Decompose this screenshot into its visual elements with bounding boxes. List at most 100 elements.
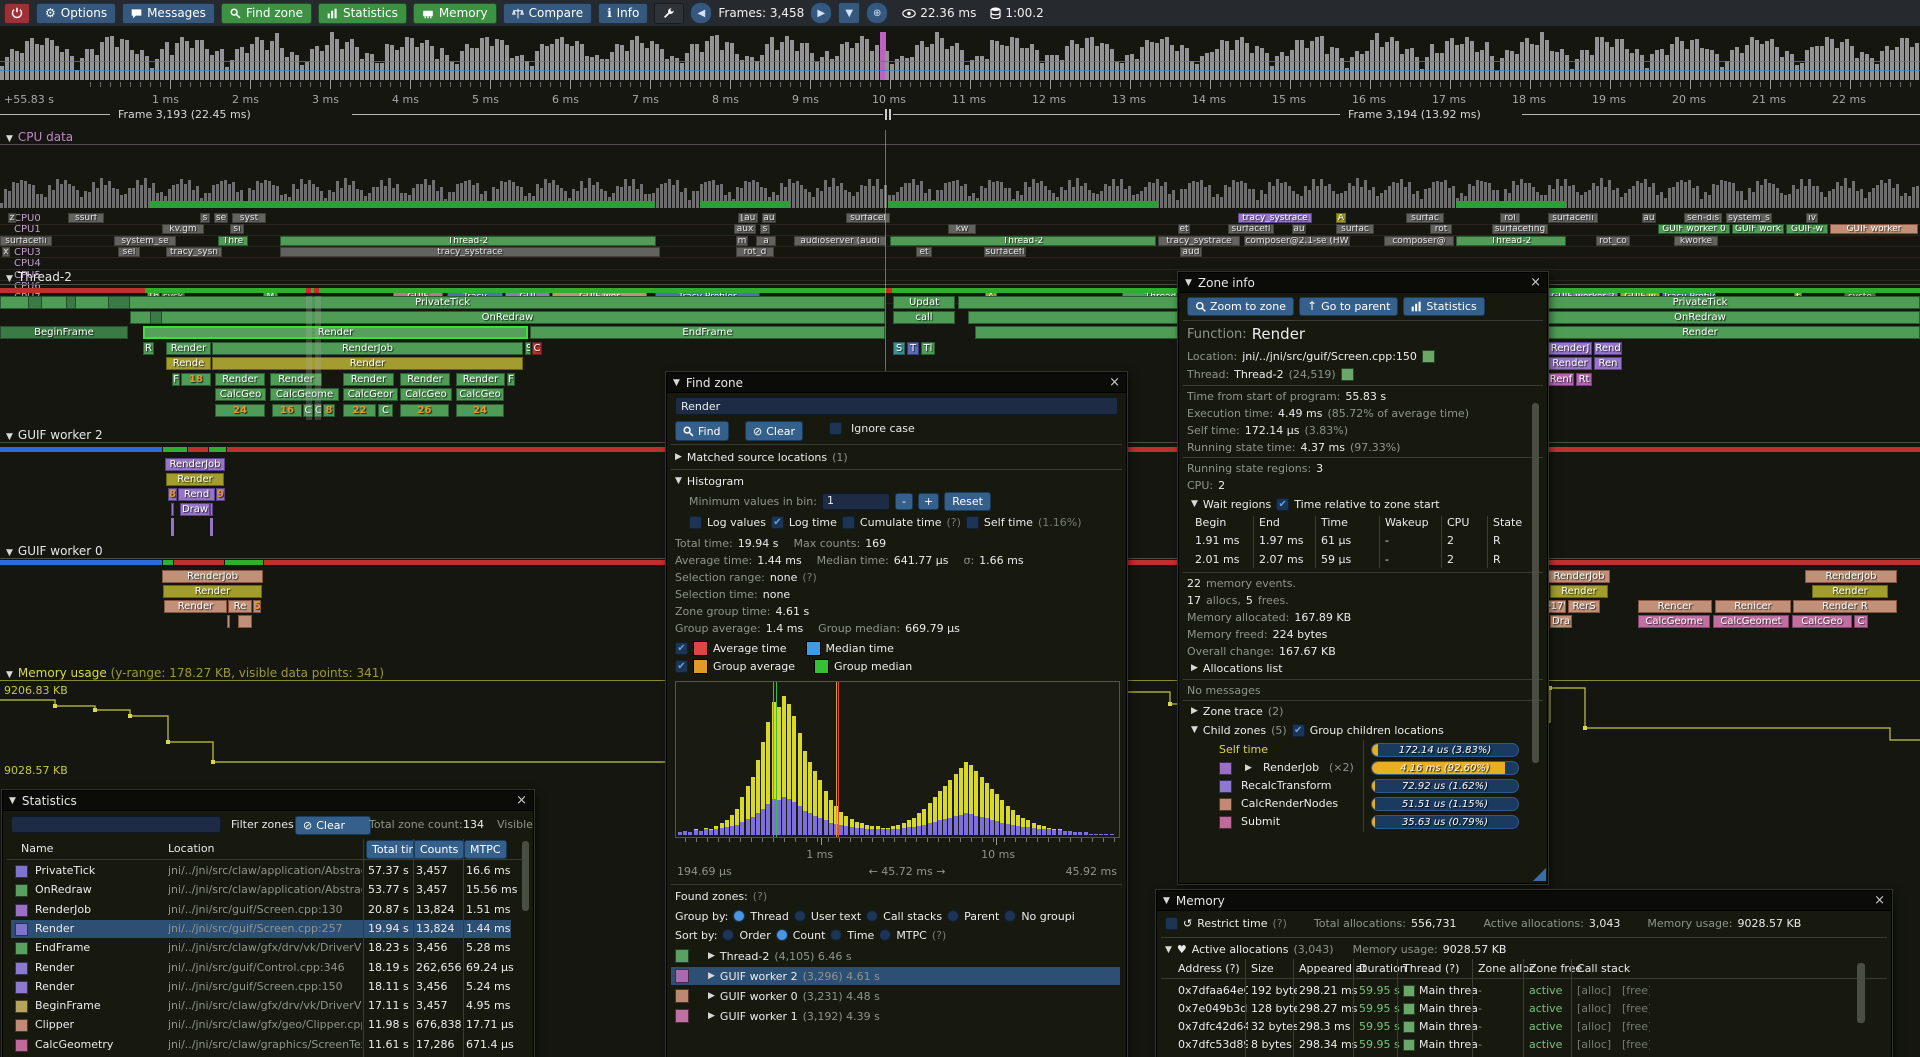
timeline-zone[interactable]: RerS (1568, 600, 1600, 613)
active-allocations-row[interactable]: ▼♥Active allocations(3,043)Memory usage:… (1165, 942, 1885, 957)
wait-regions-row[interactable]: ▼Wait regions✔Time relative to zone star… (1191, 497, 1541, 511)
cpu-zone[interactable]: rot_d (736, 247, 774, 257)
matched-locations-row[interactable]: ▶Matched source locations(1) (675, 450, 1115, 464)
timeline-zone[interactable] (227, 615, 230, 628)
allocation-row[interactable]: 0x7dfaa64e00192 bytes298.21 ms59.95 sMai… (1157, 983, 1869, 999)
wait-table-row[interactable]: 1.91 ms1.97 ms61 µs-2R (1179, 534, 1529, 548)
jump-button[interactable]: ▼ (838, 2, 860, 24)
collapse-icon[interactable]: ▼ (6, 432, 13, 442)
cpu-zone[interactable]: x (2, 247, 10, 257)
collapse-icon[interactable]: ▼ (675, 476, 682, 486)
collapse-icon[interactable]: ▼ (6, 548, 13, 558)
cpu-zone[interactable]: surfacefli (0, 236, 52, 246)
cpu-zone[interactable]: surfac (1336, 224, 1374, 234)
timeline-zone[interactable]: 16 (272, 404, 302, 417)
timeline-zone[interactable]: 22 (343, 404, 376, 417)
timeline-zone[interactable]: CalcGeo (456, 388, 504, 401)
cpu-zone[interactable]: GUIF work (1732, 224, 1784, 234)
collapse-icon[interactable]: ▼ (6, 274, 13, 284)
scrollbar-thumb[interactable] (522, 841, 529, 911)
toolbar-button-find-zone[interactable]: Find zone (221, 3, 312, 24)
timeline-zone[interactable]: 24 (456, 404, 504, 417)
statistics-button[interactable]: Statistics (1403, 297, 1484, 316)
cpu-zone[interactable]: s (200, 213, 210, 223)
timeline-zone[interactable]: EndFrame (530, 326, 885, 339)
cpu-zone[interactable]: GUIF-w (1786, 224, 1828, 234)
table-row[interactable]: Renderjni/../jni/src/guif/Screen.cpp:150… (3, 980, 531, 998)
toolbar-button-options[interactable]: ⚙Options (36, 3, 116, 24)
timeline-zone[interactable]: 18 (181, 373, 211, 386)
collapse-icon[interactable]: ▼ (6, 134, 13, 144)
table-row[interactable]: Renderjni/../jni/src/guif/Screen.cpp:257… (3, 922, 531, 940)
clear-button[interactable]: ⊘Clear (745, 421, 803, 441)
table-row[interactable]: EndFramejni/../jni/src/claw/gfx/drv/vk/D… (3, 941, 531, 959)
group-by-no-groupi[interactable] (1004, 910, 1016, 922)
timeline-zone[interactable]: F (172, 373, 180, 386)
cpu-zone[interactable]: A (1336, 213, 1346, 223)
timeline-zone[interactable]: Render (166, 342, 211, 355)
cpu-zone[interactable]: aux (734, 224, 756, 234)
table-row[interactable]: RenderJobjni/../jni/src/guif/Screen.cpp:… (3, 903, 531, 921)
timeline-zone[interactable]: Render (163, 585, 262, 598)
child-zone-row[interactable]: Self time172.14 us (3.83%) (1179, 742, 1529, 758)
expand-icon[interactable]: ▶ (1191, 706, 1198, 716)
cpu-zone[interactable]: z (8, 213, 16, 223)
timeline-zone[interactable]: Renf (1548, 373, 1574, 386)
timeline-zone[interactable]: 8 (168, 488, 177, 501)
prev-frame-button[interactable]: ◀ (690, 2, 712, 24)
collapse-icon[interactable]: ▼ (6, 670, 13, 680)
zoom-to-zone-button[interactable]: Zoom to zone (1187, 297, 1294, 316)
collapse-icon[interactable]: ▼ (1165, 945, 1172, 955)
timeline-zone[interactable] (210, 503, 213, 516)
legend-checkbox[interactable]: ✔ (675, 642, 688, 655)
timeline-zone[interactable]: C (378, 404, 393, 417)
timeline-zone[interactable]: R (143, 342, 154, 355)
child-time-bar[interactable]: 172.14 us (3.83%) (1371, 743, 1519, 757)
timeline-zone[interactable]: Render (456, 373, 505, 386)
cpu-zone[interactable]: rol (1500, 213, 1520, 223)
timeline-zone[interactable]: 9 (216, 488, 225, 501)
timeline-zone[interactable]: 24 (215, 404, 265, 417)
wait-table-row[interactable]: 2.01 ms2.07 ms59 µs-2R (1179, 553, 1529, 567)
timeline-zone[interactable]: Render (1550, 585, 1608, 598)
timeline-zone[interactable]: CalcGeo (1792, 615, 1852, 628)
allocation-row[interactable]: 0x7e049b3d00128 bytes298.27 ms59.95 sMai… (1157, 1001, 1869, 1017)
timeline-zone[interactable]: Render (212, 357, 523, 370)
thread-header-guif-worker-0[interactable]: ▼GUIF worker 0 (6, 544, 506, 557)
cpu-zone[interactable]: et (1178, 224, 1190, 234)
timeline-zone[interactable]: Ren (1594, 357, 1622, 370)
memory-usage-plot-header[interactable]: ▼Memory usage (y-range: 178.27 KB, visib… (6, 666, 506, 679)
expand-icon[interactable]: ▶ (1191, 663, 1198, 673)
timeline-zone[interactable]: RenderJob (1548, 570, 1610, 583)
child-time-bar[interactable]: 4.16 ms (92.60%) (1371, 761, 1519, 775)
resize-grip[interactable] (1533, 868, 1546, 881)
cpu-zone[interactable]: ssurf (68, 213, 104, 223)
timeline-zone[interactable]: Render (343, 373, 394, 386)
cpu-zone[interactable]: audioserver (audi (794, 236, 886, 246)
table-row[interactable]: Renderjni/../jni/src/guif/Control.cpp:34… (3, 961, 531, 979)
timeline-zone[interactable] (28, 296, 42, 309)
expand-icon[interactable]: ▶ (1245, 763, 1255, 773)
sort-by-time[interactable] (830, 929, 842, 941)
timeline-zone[interactable]: Dra (1550, 615, 1572, 628)
timeline-zone[interactable]: T (907, 342, 919, 355)
timeline-zone[interactable]: CalcGeomet (1713, 615, 1789, 628)
cpu-zone[interactable]: kv.gm (162, 224, 204, 234)
child-zone-row[interactable]: CalcRenderNodes51.51 us (1.15%) (1179, 796, 1529, 812)
cpu-zone[interactable]: rot_co (1596, 236, 1630, 246)
cpu-zone[interactable]: GUIF worker 0 (1658, 224, 1730, 234)
zone-group-row[interactable]: ▶Thread-2(4,105) 6.46 s (675, 949, 1120, 963)
timeline-zone[interactable]: Render (1548, 357, 1592, 370)
frame-labels-row[interactable]: Frame 3,193 (22.45 ms)Frame 3,194 (13.92… (0, 108, 1920, 122)
timeline-zone[interactable]: Rende (166, 357, 211, 370)
log-time-checkbox[interactable]: ✔ (771, 516, 784, 529)
child-zone-row[interactable]: RecalcTransform72.92 us (1.62%) (1179, 778, 1529, 794)
child-zone-row[interactable]: ▶RenderJob(×2)4.16 ms (92.60%) (1179, 760, 1529, 776)
close-icon[interactable]: × (1874, 893, 1885, 908)
cpu-zone[interactable]: GUIF worker (1830, 224, 1918, 234)
cpu-zone[interactable]: iv (1806, 213, 1818, 223)
timeline-zone[interactable]: 5 (253, 600, 261, 613)
cpu-zone[interactable]: m (736, 236, 748, 246)
table-row[interactable]: CalcGeometryjni/../jni/src/claw/graphics… (3, 1038, 531, 1056)
cpu-zone[interactable]: tracy_systrace (1238, 213, 1312, 223)
